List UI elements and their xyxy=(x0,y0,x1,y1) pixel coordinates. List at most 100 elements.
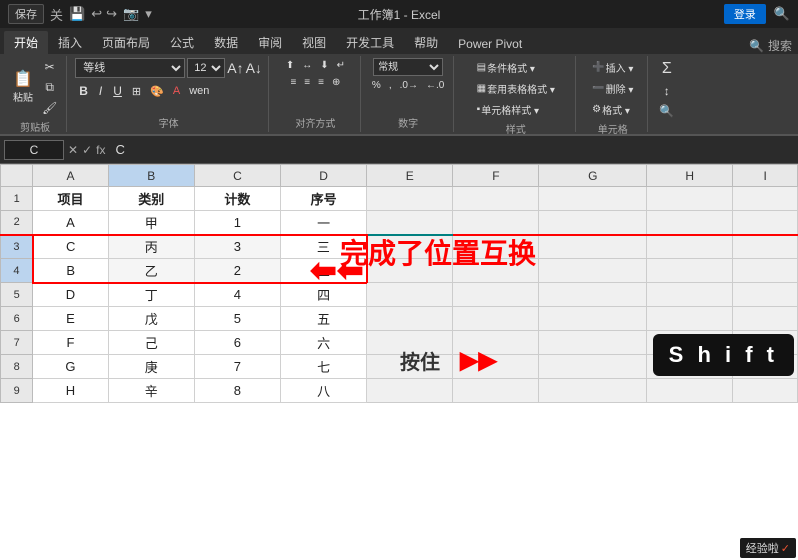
fill-color-button[interactable]: 🎨 xyxy=(147,84,167,99)
cell-g7[interactable] xyxy=(539,331,647,355)
cell-h6[interactable] xyxy=(647,307,733,331)
formula-input[interactable] xyxy=(109,142,794,157)
cell-e3[interactable] xyxy=(367,235,453,259)
cell-b3[interactable]: 丙 xyxy=(108,235,194,259)
cell-g6[interactable] xyxy=(539,307,647,331)
cell-f2[interactable] xyxy=(453,211,539,235)
save-button[interactable]: 保存 xyxy=(8,4,44,24)
cell-c8[interactable]: 7 xyxy=(194,355,280,379)
cell-f3[interactable] xyxy=(453,235,539,259)
cell-g1[interactable] xyxy=(539,187,647,211)
col-header-empty[interactable] xyxy=(1,165,33,187)
cell-d1[interactable]: 序号 xyxy=(281,187,367,211)
cell-c6[interactable]: 5 xyxy=(194,307,280,331)
sort-filter-button[interactable]: ↕ xyxy=(661,82,673,100)
row-header-7[interactable]: 7 xyxy=(1,331,33,355)
cell-h5[interactable] xyxy=(647,283,733,307)
row-header-1[interactable]: 1 xyxy=(1,187,33,211)
cell-e6[interactable] xyxy=(367,307,453,331)
cell-h9[interactable] xyxy=(647,379,733,403)
cell-b2[interactable]: 甲 xyxy=(108,211,194,235)
delete-button[interactable]: ➖ 删除 ▾ xyxy=(589,79,636,98)
font-name-select[interactable]: 等线 xyxy=(75,58,185,78)
decrease-decimal-button[interactable]: ←.0 xyxy=(423,78,447,93)
col-header-a[interactable]: A xyxy=(33,165,108,187)
camera-icon[interactable]: 📷 xyxy=(123,6,139,22)
cell-d8[interactable]: 七 xyxy=(281,355,367,379)
paste-button[interactable]: 📋 粘贴 xyxy=(10,70,36,106)
cell-a1[interactable]: 项目 xyxy=(33,187,108,211)
cell-g8[interactable] xyxy=(539,355,647,379)
row-header-3[interactable]: 3 xyxy=(1,235,33,259)
undo-icon[interactable]: ↩ xyxy=(91,6,102,22)
align-bottom-button[interactable]: ⬇ xyxy=(317,58,331,73)
tab-insert[interactable]: 插入 xyxy=(48,31,92,54)
cell-b4[interactable]: 乙 xyxy=(108,259,194,283)
formula-confirm-icon[interactable]: ✓ xyxy=(82,143,92,157)
bold-button[interactable]: B xyxy=(75,83,92,99)
align-right-button[interactable]: ≡ xyxy=(315,75,327,90)
cell-style-button[interactable]: ▪ 单元格样式 ▾ xyxy=(474,100,558,119)
col-header-f[interactable]: F xyxy=(453,165,539,187)
increase-decimal-button[interactable]: .0→ xyxy=(397,78,421,93)
col-header-c[interactable]: C xyxy=(194,165,280,187)
account-icon[interactable]: 🔍 xyxy=(774,6,790,22)
cell-h1[interactable] xyxy=(647,187,733,211)
formula-cancel-icon[interactable]: ✕ xyxy=(68,143,78,157)
cell-c9[interactable]: 8 xyxy=(194,379,280,403)
cell-b9[interactable]: 辛 xyxy=(108,379,194,403)
comma-button[interactable]: , xyxy=(386,78,395,93)
name-box[interactable] xyxy=(4,140,64,160)
font-shrink-button[interactable]: A↓ xyxy=(246,60,262,76)
tab-help[interactable]: 帮助 xyxy=(404,31,448,54)
cell-e2[interactable] xyxy=(367,211,453,235)
cell-e5[interactable] xyxy=(367,283,453,307)
col-header-i[interactable]: I xyxy=(733,165,798,187)
cell-f8[interactable] xyxy=(453,355,539,379)
cell-d2[interactable]: 一 xyxy=(281,211,367,235)
cell-a8[interactable]: G xyxy=(33,355,108,379)
align-left-button[interactable]: ≡ xyxy=(287,75,299,90)
cell-d5[interactable]: 四 xyxy=(281,283,367,307)
col-header-h[interactable]: H xyxy=(647,165,733,187)
cell-a9[interactable]: H xyxy=(33,379,108,403)
formula-insert-icon[interactable]: fx xyxy=(96,143,105,157)
cell-e7[interactable] xyxy=(367,331,453,355)
tab-developer[interactable]: 开发工具 xyxy=(336,31,404,54)
cell-c2[interactable]: 1 xyxy=(194,211,280,235)
cell-f9[interactable] xyxy=(453,379,539,403)
cell-h7[interactable] xyxy=(647,331,733,355)
tab-page-layout[interactable]: 页面布局 xyxy=(92,31,160,54)
cell-d4[interactable]: 二 xyxy=(281,259,367,283)
cell-i9[interactable] xyxy=(733,379,798,403)
search-icon[interactable]: 🔍 xyxy=(749,39,764,53)
col-header-b[interactable]: B xyxy=(108,165,194,187)
cell-h3[interactable] xyxy=(647,235,733,259)
cell-g5[interactable] xyxy=(539,283,647,307)
cell-b8[interactable]: 庚 xyxy=(108,355,194,379)
tab-review[interactable]: 审阅 xyxy=(248,31,292,54)
number-format-select[interactable]: 常规 xyxy=(373,58,443,76)
align-top-button[interactable]: ⬆ xyxy=(283,58,297,73)
cell-e1[interactable] xyxy=(367,187,453,211)
search-label[interactable]: 搜索 xyxy=(768,37,792,54)
col-header-d[interactable]: D xyxy=(281,165,367,187)
cell-g9[interactable] xyxy=(539,379,647,403)
row-header-4[interactable]: 4 xyxy=(1,259,33,283)
cell-c5[interactable]: 4 xyxy=(194,283,280,307)
cell-a7[interactable]: F xyxy=(33,331,108,355)
cell-e9[interactable] xyxy=(367,379,453,403)
border-button[interactable]: ⊞ xyxy=(129,84,144,99)
cell-h4[interactable] xyxy=(647,259,733,283)
cell-a3[interactable]: C xyxy=(33,235,108,259)
cell-a2[interactable]: A xyxy=(33,211,108,235)
table-style-button[interactable]: ▦ 套用表格格式 ▾ xyxy=(474,79,558,98)
row-header-6[interactable]: 6 xyxy=(1,307,33,331)
toggle-button[interactable]: 关 xyxy=(50,5,63,24)
cell-a6[interactable]: E xyxy=(33,307,108,331)
cell-d7[interactable]: 六 xyxy=(281,331,367,355)
cell-i3[interactable] xyxy=(733,235,798,259)
cell-i1[interactable] xyxy=(733,187,798,211)
merge-button[interactable]: ⊕ xyxy=(329,75,343,90)
cell-i5[interactable] xyxy=(733,283,798,307)
